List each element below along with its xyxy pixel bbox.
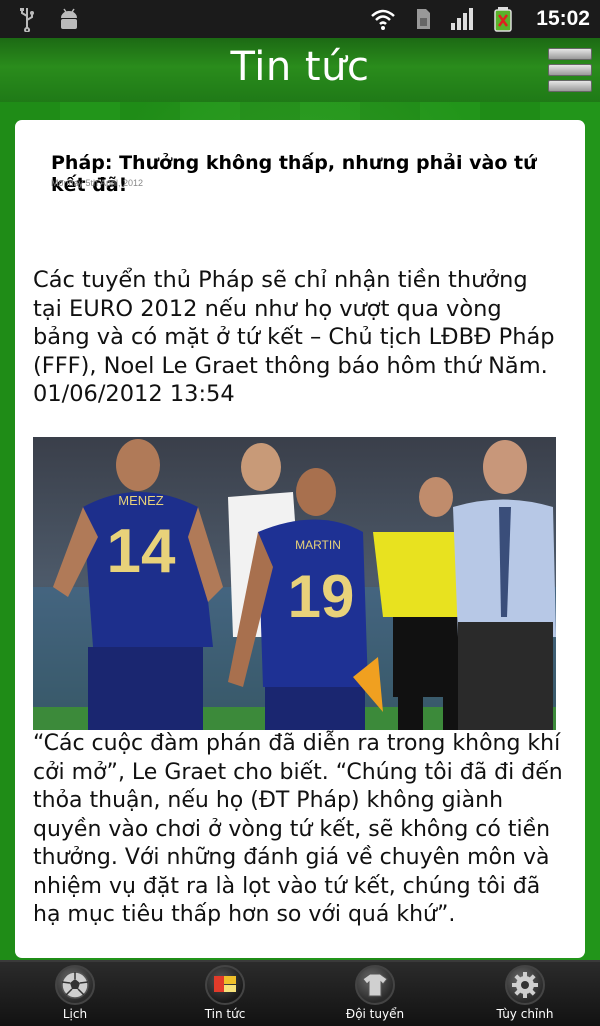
page-title: Tin tức	[230, 44, 370, 90]
article-photo: MENEZ 14 MARTIN 19	[33, 437, 556, 730]
wifi-icon	[371, 9, 396, 30]
title-bar: Tin tức	[0, 38, 600, 103]
nav-item-lich[interactable]: Lịch	[0, 962, 150, 1026]
sim-icon	[417, 9, 431, 29]
status-bar: 15:02	[0, 0, 600, 38]
article-body: “Các cuộc đàm phán đã diễn ra trong khôn…	[33, 731, 563, 927]
nav-label-lich: Lịch	[62, 1007, 88, 1021]
nav-item-tin-tuc[interactable]: Tin tức	[150, 962, 300, 1026]
jersey-number-14: 14	[107, 517, 176, 586]
article-card: Pháp: Thưởng không thấp, nhưng phải vào …	[15, 120, 585, 958]
jersey-name-martin: MARTIN	[295, 538, 341, 552]
jersey-number-19: 19	[288, 563, 355, 630]
nav-label-tuy-chinh: Tùy chỉnh	[496, 1007, 554, 1021]
battery-icon	[494, 7, 513, 32]
news-icon	[205, 965, 245, 1005]
jersey-name-menez: MENEZ	[118, 493, 164, 508]
soccer-ball-icon	[55, 965, 95, 1005]
nav-label-doi-tuyen: Đội tuyển	[345, 1007, 405, 1021]
nav-item-tuy-chinh[interactable]: Tùy chỉnh	[450, 962, 600, 1026]
status-clock: 15:02	[536, 7, 590, 30]
jersey-icon	[355, 965, 395, 1005]
menu-icon[interactable]	[548, 48, 592, 92]
article-date: Monday 5th April, 2012	[51, 178, 144, 188]
bottom-navigation: Lịch Tin tức Đội tuyển Tùy chỉnh	[0, 960, 600, 1026]
article-headline: Pháp: Thưởng không thấp, nhưng phải vào …	[51, 152, 537, 196]
nav-item-doi-tuyen[interactable]: Đội tuyển	[300, 962, 450, 1026]
usb-icon	[20, 8, 34, 32]
football-players-photo: MENEZ 14 MARTIN 19	[33, 437, 556, 730]
android-debug-icon	[61, 8, 77, 29]
nav-label-tin-tuc: Tin tức	[204, 1007, 246, 1021]
article-lead: Các tuyển thủ Pháp sẽ chỉ nhận tiền thưở…	[33, 267, 555, 407]
settings-gear-icon	[505, 965, 545, 1005]
signal-icon	[451, 8, 474, 30]
